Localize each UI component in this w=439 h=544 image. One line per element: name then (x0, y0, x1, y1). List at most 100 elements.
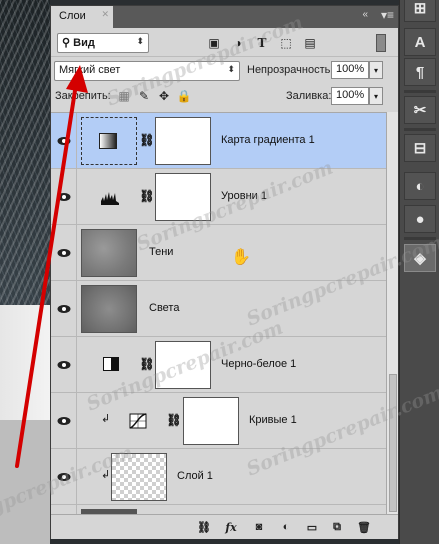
right-toolbar: ⊞ A ¶ ✂ ⊟ ◐ ● ◈ (399, 0, 439, 544)
filter-dropdown[interactable]: ⚲ Вид ⬍ (57, 33, 149, 53)
layer-row[interactable]: Света (51, 281, 386, 337)
layers-panel-icon[interactable]: ◈ (404, 244, 436, 272)
layer-thumbnail[interactable] (81, 285, 137, 333)
visibility-cell[interactable] (51, 281, 77, 337)
close-icon[interactable]: ✕ (101, 9, 109, 20)
fx-icon[interactable]: fx (223, 519, 239, 535)
paragraph-icon[interactable]: ¶ (404, 58, 436, 86)
layer-thumbnail[interactable] (111, 453, 167, 501)
visibility-cell[interactable] (51, 225, 77, 281)
opacity-label: Непрозрачность: (247, 64, 334, 76)
hand-cursor-icon: ✋ (231, 249, 251, 266)
eye-icon[interactable] (55, 300, 73, 318)
visibility-cell[interactable] (51, 393, 77, 449)
fill-input[interactable]: 100% (331, 87, 369, 105)
toolbar-divider (404, 237, 436, 240)
history-icon[interactable]: ⊞ (404, 0, 436, 22)
layer-name: Кривые 1 (249, 414, 297, 426)
tools-icon[interactable]: ✂ (404, 96, 436, 124)
chevron-down-icon: ⬍ (136, 36, 144, 46)
panel-menu-icon[interactable]: ▾≡ (381, 8, 394, 22)
search-icon: ⚲ (62, 37, 71, 49)
eye-icon[interactable] (55, 356, 73, 374)
filter-type-icon[interactable]: T (253, 34, 271, 52)
link-icon[interactable]: ⛓ (166, 412, 181, 428)
link-icon[interactable]: ⛓ (139, 188, 154, 204)
mask-thumbnail[interactable] (155, 173, 211, 221)
layer-row[interactable]: ⛓ Уровни 1 (51, 169, 386, 225)
photo-region (0, 420, 50, 544)
lock-move-icon[interactable]: ✥ (155, 87, 173, 105)
clipping-arrow-icon: ↲ (101, 413, 111, 425)
filter-pixel-icon[interactable]: ▣ (205, 34, 223, 52)
layer-row[interactable]: ↲ ⛓ Кривые 1 (51, 393, 386, 449)
layer-row[interactable]: ⛓ Черно-белое 1 (51, 337, 386, 393)
lock-label: Закрепить: (55, 90, 111, 102)
panel-tabbar: Слои ✕ « ▾≡ (51, 6, 398, 28)
layer-row[interactable]: ↲ Слой 1 (51, 449, 386, 505)
filter-label: Вид (73, 37, 95, 49)
opacity-slider-toggle[interactable]: ▾ (369, 61, 383, 79)
filter-toggle[interactable] (376, 34, 386, 52)
layer-row[interactable] (51, 505, 386, 514)
toolbar-divider (404, 128, 436, 131)
mask-thumbnail[interactable] (155, 341, 211, 389)
styles-icon[interactable]: ● (404, 205, 436, 233)
fill-label: Заливка: (286, 90, 332, 102)
scrollbar-thumb[interactable] (389, 374, 397, 512)
levels-icon (101, 189, 119, 205)
blend-mode-dropdown[interactable]: Мягкий свет ⬍ (54, 61, 240, 81)
layer-name: Тени (149, 246, 174, 258)
tab-layers[interactable]: Слои ✕ (51, 6, 113, 28)
new-layer-icon[interactable]: ⧉ (329, 519, 345, 535)
filter-row: ⚲ Вид ⬍ ▣ ◑ T ⬚ ▤ (51, 28, 398, 56)
layers-scrollbar[interactable] (386, 112, 398, 514)
eye-icon[interactable] (55, 132, 73, 150)
blend-row: Мягкий свет ⬍ Непрозрачность: 100% ▾ (51, 56, 398, 82)
layer-name: Уровни 1 (221, 190, 267, 202)
3d-icon[interactable]: ⊟ (404, 134, 436, 162)
lock-paint-icon[interactable]: ✎ (135, 87, 153, 105)
collapse-icon[interactable]: « (362, 9, 368, 20)
layer-thumbnail[interactable] (81, 229, 137, 277)
eye-icon[interactable] (55, 412, 73, 430)
layer-name: Света (149, 302, 180, 314)
blend-mode-value: Мягкий свет (59, 64, 121, 76)
filter-adjustment-icon[interactable]: ◑ (229, 34, 247, 52)
eye-icon[interactable] (55, 468, 73, 486)
layer-row[interactable]: ⛓ Карта градиента 1 (51, 113, 386, 169)
trash-icon[interactable]: 🗑 (356, 519, 372, 535)
link-icon[interactable]: ⛓ (139, 132, 154, 148)
mask-thumbnail[interactable] (155, 117, 211, 165)
opacity-input[interactable]: 100% (331, 61, 369, 79)
new-adjustment-icon[interactable]: ◐ (278, 519, 294, 535)
link-icon[interactable]: ⛓ (139, 356, 154, 372)
layer-name: Слой 1 (177, 470, 213, 482)
adjustment-thumbnail[interactable] (81, 117, 137, 165)
toolbar-divider (404, 90, 436, 93)
fill-slider-toggle[interactable]: ▾ (369, 87, 383, 105)
layers-bottom-bar: ⛓ fx ◙ ◐ ▭ ⧉ 🗑 (51, 514, 398, 539)
eye-icon[interactable] (55, 188, 73, 206)
visibility-cell[interactable] (51, 169, 77, 225)
curves-icon (129, 413, 147, 429)
adjustments-icon[interactable]: ◐ (404, 172, 436, 200)
link-layers-icon[interactable]: ⛓ (196, 519, 212, 535)
chevron-down-icon: ⬍ (227, 64, 235, 74)
character-icon[interactable]: A (404, 28, 436, 56)
lock-transparent-icon[interactable]: ▦ (115, 87, 133, 105)
layer-row[interactable]: Тени ✋ (51, 225, 386, 281)
add-mask-icon[interactable]: ◙ (251, 519, 267, 535)
filter-shape-icon[interactable]: ⬚ (277, 34, 295, 52)
eye-icon[interactable] (55, 244, 73, 262)
visibility-cell[interactable] (51, 337, 77, 393)
visibility-cell[interactable] (51, 113, 77, 169)
visibility-cell[interactable] (51, 449, 77, 505)
mask-thumbnail[interactable] (183, 397, 239, 445)
visibility-cell[interactable] (51, 505, 77, 514)
new-group-icon[interactable]: ▭ (304, 519, 320, 535)
layer-name: Черно-белое 1 (221, 358, 297, 370)
lock-all-icon[interactable]: 🔒 (175, 87, 193, 105)
filter-smart-object-icon[interactable]: ▤ (301, 34, 319, 52)
gradient-map-icon (99, 133, 117, 149)
